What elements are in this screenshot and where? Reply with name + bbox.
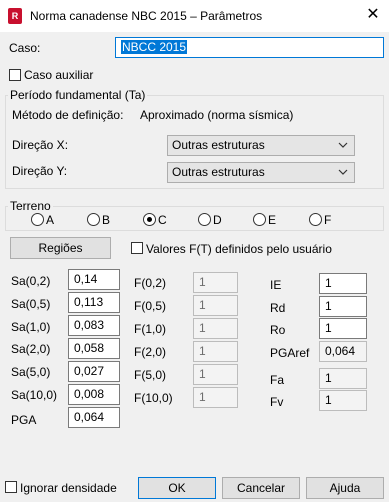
sa-label-1-0: Sa(1,0) [11, 320, 51, 334]
terreno-label-d: D [213, 213, 222, 227]
caso-auxiliar-label: Caso auxiliar [24, 68, 94, 82]
sa-label-5-0: Sa(5,0) [11, 365, 51, 379]
terreno-radio-e[interactable] [253, 213, 266, 226]
terreno-radio-f[interactable] [309, 213, 322, 226]
sa-0-2-input[interactable]: 0,14 [68, 269, 120, 290]
caso-input[interactable]: NBCC 2015 [115, 37, 384, 58]
f-label-5-0: F(5,0) [134, 368, 167, 382]
valores-ft-checkbox[interactable] [131, 242, 143, 254]
pga-input[interactable]: 0,064 [68, 407, 120, 428]
terreno-radio-b[interactable] [87, 213, 100, 226]
ie-label: IE [270, 278, 282, 292]
f-10-0-input: 1 [193, 387, 238, 408]
f-0-5-input: 1 [193, 295, 238, 316]
app-icon: R [8, 8, 22, 24]
terreno-label-f: F [324, 213, 332, 227]
fv-value: 1 [319, 390, 367, 411]
ignorar-densidade-checkbox[interactable] [5, 481, 17, 493]
sa-label-2-0: Sa(2,0) [11, 342, 51, 356]
caso-label: Caso: [9, 41, 41, 55]
f-0-2-input: 1 [193, 272, 238, 293]
sa-0-5-input[interactable]: 0,113 [68, 292, 120, 313]
regioes-button[interactable]: Regiões [10, 237, 111, 259]
direcao-y-select[interactable]: Outras estruturas [167, 162, 355, 183]
terreno-label-b: B [102, 213, 111, 227]
window-title: Norma canadense NBC 2015 – Parâmetros [30, 9, 263, 23]
periodo-title: Período fundamental (Ta) [8, 88, 148, 102]
ajuda-button[interactable]: Ajuda [306, 477, 384, 499]
ro-input[interactable]: 1 [319, 318, 367, 339]
sa-label-0-5: Sa(0,5) [11, 297, 51, 311]
f-label-0-5: F(0,5) [134, 299, 167, 313]
f-label-0-2: F(0,2) [134, 276, 167, 290]
f-label-2-0: F(2,0) [134, 345, 167, 359]
direcao-y-label: Direção Y: [12, 164, 68, 178]
sa-5-0-input[interactable]: 0,027 [68, 361, 120, 382]
f-1-0-input: 1 [193, 318, 238, 339]
ie-input[interactable]: 1 [319, 273, 367, 294]
chevron-down-icon [338, 169, 348, 175]
ro-label: Ro [270, 323, 286, 337]
terreno-title: Terreno [8, 199, 53, 213]
rd-label: Rd [270, 301, 286, 315]
rd-input[interactable]: 1 [319, 296, 367, 317]
sa-label-10-0: Sa(10,0) [11, 388, 58, 402]
f-2-0-input: 1 [193, 341, 238, 362]
f-label-1-0: F(1,0) [134, 322, 167, 336]
fv-label: Fv [270, 395, 284, 409]
ok-button[interactable]: OK [138, 477, 216, 499]
f-label-10-0: F(10,0) [134, 391, 173, 405]
metodo-label: Método de definição: [12, 108, 124, 122]
terreno-label-e: E [268, 213, 277, 227]
caso-input-value: NBCC 2015 [121, 40, 188, 54]
sa-label-0-2: Sa(0,2) [11, 274, 51, 288]
direcao-x-label: Direção X: [12, 138, 69, 152]
valores-ft-label: Valores F(T) definidos pelo usuário [146, 242, 332, 256]
cancelar-button[interactable]: Cancelar [222, 477, 300, 499]
direcao-x-select[interactable]: Outras estruturas [167, 135, 355, 156]
metodo-value: Aproximado (norma sísmica) [140, 108, 294, 122]
ignorar-densidade-label: Ignorar densidade [20, 481, 117, 495]
terreno-radio-c[interactable] [143, 213, 156, 226]
fa-value: 1 [319, 368, 367, 389]
close-icon[interactable]: ✕ [364, 6, 382, 24]
pgaref-label: PGAref [270, 346, 310, 360]
title-bar: R Norma canadense NBC 2015 – Parâmetros … [0, 0, 389, 32]
direcao-x-value: Outras estruturas [172, 138, 265, 152]
fa-label: Fa [270, 373, 285, 387]
terreno-label-c: C [158, 213, 167, 227]
sa-1-0-input[interactable]: 0,083 [68, 315, 120, 336]
terreno-radio-a[interactable] [31, 213, 44, 226]
pga-label: PGA [11, 413, 37, 427]
caso-auxiliar-checkbox[interactable] [9, 69, 21, 81]
sa-2-0-input[interactable]: 0,058 [68, 338, 120, 359]
direcao-y-value: Outras estruturas [172, 165, 265, 179]
terreno-radio-d[interactable] [198, 213, 211, 226]
chevron-down-icon [338, 142, 348, 148]
terreno-label-a: A [46, 213, 55, 227]
sa-10-0-input[interactable]: 0,008 [68, 384, 120, 405]
f-5-0-input: 1 [193, 364, 238, 385]
pgaref-value: 0,064 [319, 341, 367, 362]
